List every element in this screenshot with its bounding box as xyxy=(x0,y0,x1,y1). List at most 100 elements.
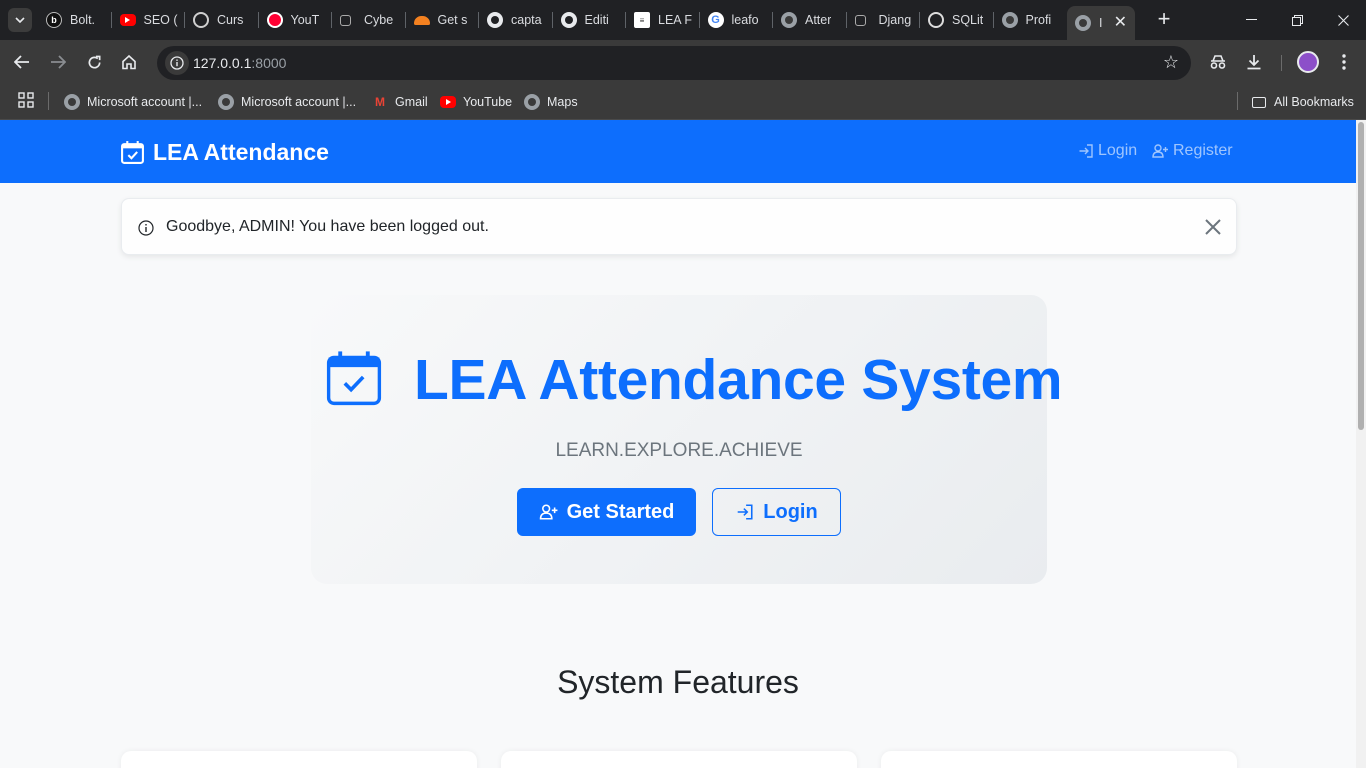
minimize-button[interactable] xyxy=(1228,0,1274,40)
forward-button[interactable] xyxy=(46,50,70,74)
browser-tab[interactable]: Gleafo xyxy=(700,0,774,40)
reload-button[interactable] xyxy=(82,50,106,74)
bookmarks-separator xyxy=(48,92,49,110)
close-icon[interactable] xyxy=(1204,218,1222,236)
external-icon xyxy=(854,14,866,26)
scrollbar-thumb[interactable] xyxy=(1358,122,1364,430)
person-plus-icon xyxy=(1152,144,1168,158)
tab-title: LEA F xyxy=(658,13,693,27)
tab-list: b Bolt. SEO ( Curs YouT Cybe Get s capta … xyxy=(38,0,1135,40)
browser-tab[interactable]: YouT xyxy=(259,0,333,40)
youtube-icon xyxy=(440,96,456,108)
bookmarks-separator xyxy=(1237,92,1238,110)
browser-tab[interactable]: SQLit xyxy=(920,0,994,40)
github-icon xyxy=(487,12,503,28)
browser-tab[interactable]: Get s xyxy=(406,0,480,40)
cloudflare-icon xyxy=(413,15,430,25)
hero-login-button[interactable]: Login xyxy=(712,488,841,536)
calendar-check-icon xyxy=(121,141,144,164)
bolt-icon: b xyxy=(46,12,62,28)
reload-icon xyxy=(88,55,101,68)
all-bookmarks-label: All Bookmarks xyxy=(1274,95,1354,109)
globe-icon xyxy=(781,12,797,28)
feature-card xyxy=(501,751,857,768)
tab-title: Atter xyxy=(805,13,832,27)
tab-title: Cybe xyxy=(364,13,394,27)
bookmark-label: Microsoft account |... xyxy=(87,95,203,109)
url-port: :8000 xyxy=(251,55,287,71)
youtube-icon xyxy=(266,12,283,28)
close-window-button[interactable] xyxy=(1320,0,1366,40)
page-viewport: LEA Attendance Login Register Goodbye, A… xyxy=(0,120,1356,768)
document-icon: ≡ xyxy=(634,12,650,28)
new-tab-button[interactable]: + xyxy=(1152,8,1176,32)
home-button[interactable] xyxy=(117,50,141,74)
alert-message: Goodbye, ADMIN! You have been logged out… xyxy=(166,218,489,235)
google-icon: G xyxy=(707,12,724,28)
get-started-label: Get Started xyxy=(566,500,675,523)
browser-menu-button[interactable] xyxy=(1332,50,1356,74)
folder-icon xyxy=(1252,96,1266,108)
tab-search-button[interactable] xyxy=(8,8,32,32)
feature-card xyxy=(121,751,477,768)
sqlite-icon xyxy=(928,12,944,28)
browser-tab[interactable]: Editi xyxy=(553,0,627,40)
browser-tab[interactable]: Atter xyxy=(773,0,847,40)
browser-tab-active[interactable]: I ✕ xyxy=(1067,6,1135,40)
site-info-button[interactable] xyxy=(165,51,189,75)
url-text: 127.0.0.1:8000 xyxy=(193,55,286,71)
bookmark-item[interactable]: YouTube xyxy=(440,92,512,112)
profile-avatar[interactable] xyxy=(1297,51,1319,73)
hero-section: LEA Attendance System LEARN.EXPLORE.ACHI… xyxy=(311,295,1063,584)
nav-register-link[interactable]: Register xyxy=(1152,142,1233,160)
browser-tab[interactable]: b Bolt. xyxy=(38,0,112,40)
navbar-brand[interactable]: LEA Attendance xyxy=(120,139,329,166)
bookmark-label: Maps xyxy=(547,95,578,109)
tab-title: Profi xyxy=(1025,13,1052,27)
nav-login-link[interactable]: Login xyxy=(1078,142,1137,160)
hero-title: LEA Attendance System xyxy=(414,348,1063,412)
page-scrollbar[interactable] xyxy=(1356,120,1366,768)
globe-icon xyxy=(218,94,234,110)
extensions-button[interactable] xyxy=(1206,50,1230,74)
globe-icon xyxy=(1075,15,1091,31)
get-started-button[interactable]: Get Started xyxy=(517,488,696,536)
globe-icon xyxy=(1001,12,1018,28)
tab-title: Curs xyxy=(217,13,244,27)
tab-title: leafo xyxy=(731,13,759,27)
browser-tab[interactable]: Profi xyxy=(994,0,1068,40)
apps-grid-icon[interactable] xyxy=(18,92,34,113)
bookmark-item[interactable]: Maps xyxy=(524,92,578,112)
bookmark-item[interactable]: M Gmail xyxy=(372,92,428,112)
browser-tab[interactable]: Cybe xyxy=(332,0,406,40)
tab-title: capta xyxy=(511,13,542,27)
person-plus-icon xyxy=(539,504,558,520)
tab-title: Djang xyxy=(878,13,912,27)
feature-card xyxy=(881,751,1237,768)
browser-toolbar: 127.0.0.1:8000 ☆ xyxy=(0,40,1366,85)
close-tab-icon[interactable]: ✕ xyxy=(1114,14,1127,32)
features-heading: System Features xyxy=(557,664,799,700)
browser-tab[interactable]: capta xyxy=(479,0,553,40)
bookmark-item[interactable]: Microsoft account |... xyxy=(218,92,356,112)
nav-login-label: Login xyxy=(1098,142,1138,159)
chevron-down-icon xyxy=(15,17,25,23)
gmail-icon: M xyxy=(375,95,385,109)
calendar-check-icon xyxy=(326,351,382,406)
back-button[interactable] xyxy=(10,50,34,74)
restore-button[interactable] xyxy=(1274,0,1320,40)
bookmark-star-icon[interactable]: ☆ xyxy=(1163,52,1179,73)
bookmark-label: Microsoft account |... xyxy=(241,95,357,109)
login-icon xyxy=(1079,144,1093,158)
youtube-icon xyxy=(119,14,136,26)
browser-tab[interactable]: ≡ LEA F xyxy=(626,0,700,40)
browser-tab[interactable]: Curs xyxy=(185,0,259,40)
bookmark-item[interactable]: Microsoft account |... xyxy=(64,92,202,112)
downloads-button[interactable] xyxy=(1242,50,1266,74)
browser-tab[interactable]: Djang xyxy=(847,0,921,40)
address-bar[interactable]: 127.0.0.1:8000 ☆ xyxy=(157,46,1191,80)
all-bookmarks-button[interactable]: All Bookmarks xyxy=(1252,92,1354,112)
restore-icon xyxy=(1291,14,1303,26)
browser-tab[interactable]: SEO ( xyxy=(112,0,186,40)
toolbar-separator xyxy=(1281,55,1282,71)
